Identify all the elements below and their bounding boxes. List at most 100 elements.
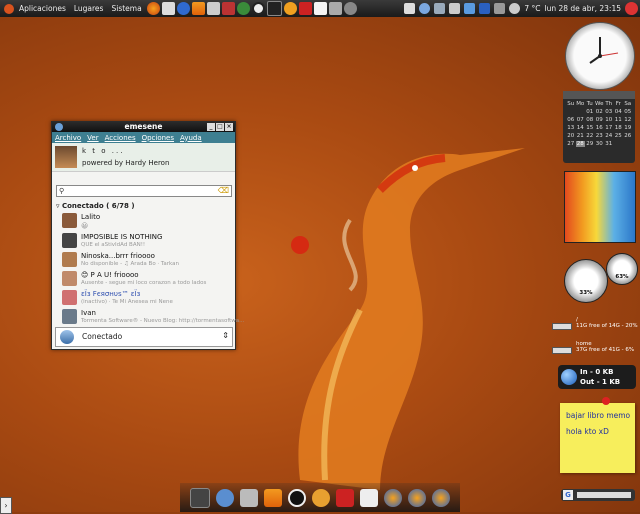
power-icon[interactable] [625,2,638,15]
calendar-day[interactable]: 20 [566,133,576,139]
camera-icon[interactable] [288,488,306,507]
sticky-note-widget[interactable]: bajar libro memo hola kto xD [560,397,635,473]
calendar-day[interactable]: 11 [614,117,624,123]
calendar-day[interactable]: 10 [604,117,614,123]
calendar-day[interactable]: 24 [604,133,614,139]
close-button[interactable]: × [225,123,233,131]
maximize-button[interactable]: □ [216,123,224,131]
contact-item[interactable]: Lalito 😀 [62,212,232,230]
drive-home[interactable]: home 37G free of 41G - 6% [552,341,638,355]
calendar-day[interactable]: 27 [566,141,576,147]
calendar-day[interactable]: 04 [614,109,624,115]
clock-widget[interactable] [565,22,635,90]
calendar-day[interactable]: 12 [623,117,633,123]
user-nickname[interactable]: k t o ... [82,147,124,155]
settings-icon[interactable] [328,2,342,15]
contact-item[interactable]: IMPOSIBLE IS NOTHING QUE el aStivIdAd BA… [62,232,232,250]
volume-icon[interactable] [494,3,506,14]
group-connected[interactable]: ▿ Conectado ( 6/78 ) [56,202,135,210]
messenger-icon[interactable] [236,2,250,15]
menu-acciones[interactable]: Acciones [102,134,139,142]
calendar-day[interactable]: 23 [595,133,605,139]
datetime-label[interactable]: lun 28 de abr, 23:15 [545,4,621,13]
firefox-icon[interactable] [146,2,160,15]
calendar-day[interactable]: 21 [576,133,586,139]
contact-item[interactable]: Ninoska...brrr frioooo No disponible - ♫… [62,251,232,269]
user-avatar[interactable] [55,146,77,168]
text-editor-icon[interactable] [313,2,327,15]
bluetooth-icon[interactable] [479,3,491,14]
user-icon[interactable] [419,3,431,14]
installer-icon[interactable] [221,2,235,15]
calendar-day[interactable]: 14 [576,125,586,131]
vlc-icon[interactable] [191,2,205,15]
minimize-button[interactable]: _ [207,123,215,131]
calendar-day[interactable]: 03 [604,109,614,115]
weather-icon[interactable] [509,3,521,14]
network-icon[interactable] [404,3,416,14]
google-search-input[interactable] [577,492,631,498]
mail-icon[interactable] [161,2,175,15]
wine-icon[interactable] [298,2,312,15]
calendar-day[interactable]: 31 [604,141,614,147]
firefox-third-icon[interactable] [432,488,450,507]
calendar-day[interactable]: 13 [566,125,576,131]
calendar-day[interactable]: 02 [595,109,605,115]
wine-icon[interactable] [336,488,354,507]
firefox-icon[interactable] [384,488,402,507]
contact-search-input[interactable]: ⚲ ⌫ [56,185,232,197]
calendar-day[interactable] [576,109,586,115]
menu-ayuda[interactable]: Ayuda [177,134,205,142]
calendar-day[interactable]: 25 [614,133,624,139]
chat-icon[interactable] [434,3,446,14]
calendar-day[interactable]: 16 [595,125,605,131]
calendar-day[interactable]: 30 [595,141,605,147]
calendar-day[interactable]: 19 [623,125,633,131]
contact-item[interactable]: 😊 P A U! frioooo Ausente - segue mi loco… [62,270,232,288]
calendar-day[interactable]: 18 [614,125,624,131]
users-icon[interactable] [216,488,234,507]
calendar-day-today[interactable]: 28 [575,141,585,147]
text-editor-icon[interactable] [360,488,378,507]
display-icon[interactable] [464,3,476,14]
firefox-alt-icon[interactable] [408,488,426,507]
search-icon[interactable] [343,2,357,15]
menu-ver[interactable]: Ver [84,134,101,142]
menu-lugares[interactable]: Lugares [70,4,108,13]
terminal-icon[interactable] [266,1,282,16]
calendar-day[interactable] [566,109,576,115]
ubuntu-one-icon[interactable] [312,488,330,507]
contact-item[interactable]: εÏз Fєяσнυѕ™ εÏз (inactivo) · Te Mi Anes… [62,289,232,307]
temperature-label[interactable]: 7 °C [524,4,540,13]
help-icon[interactable] [176,2,190,15]
calendar-day[interactable]: 29 [585,141,595,147]
menu-aplicaciones[interactable]: Aplicaciones [15,4,70,13]
calendar-day[interactable]: 15 [585,125,595,131]
system-monitor-widget[interactable]: 33% 63% [562,253,638,307]
calendar-day[interactable]: 08 [585,117,595,123]
calendar-day[interactable]: 17 [604,125,614,131]
calendar-day[interactable]: 07 [576,117,586,123]
monitor-icon[interactable] [190,487,210,508]
user-personal-message[interactable]: powered by Hardy Heron [82,159,169,167]
calendar-day[interactable]: 09 [595,117,605,123]
menu-opciones[interactable]: Opciones [139,134,177,142]
screenshot-icon[interactable] [206,2,220,15]
emesene-window[interactable]: emesene _ □ × Archivo Ver Acciones Opcio… [51,121,244,350]
calendar-day[interactable]: 05 [623,109,633,115]
network-manager-icon[interactable] [240,488,258,507]
calendar-day[interactable]: 26 [623,133,633,139]
calendar-widget[interactable]: Su Mo Tu We Th Fr Sa 01 02 03 04 05 06 0… [563,91,635,163]
ubuntu-logo-icon[interactable] [4,3,14,14]
network-monitor-widget[interactable]: In - 0 KB Out - 1 KB [558,365,636,389]
contact-item[interactable]: Ivan Tormenta Software® - Nuevo Blog: ht… [62,308,244,326]
status-selector[interactable]: Conectado ⇕ [55,327,233,347]
camera-icon[interactable] [251,2,265,15]
clear-search-icon[interactable]: ⌫ [218,186,229,195]
media-icon[interactable] [449,3,461,14]
picture-frame-widget[interactable] [564,171,636,243]
window-titlebar[interactable]: emesene _ □ × [52,122,235,132]
show-desktop-button[interactable]: › [0,497,12,514]
calendar-day[interactable]: 06 [566,117,576,123]
google-search-widget[interactable]: G [561,489,635,501]
